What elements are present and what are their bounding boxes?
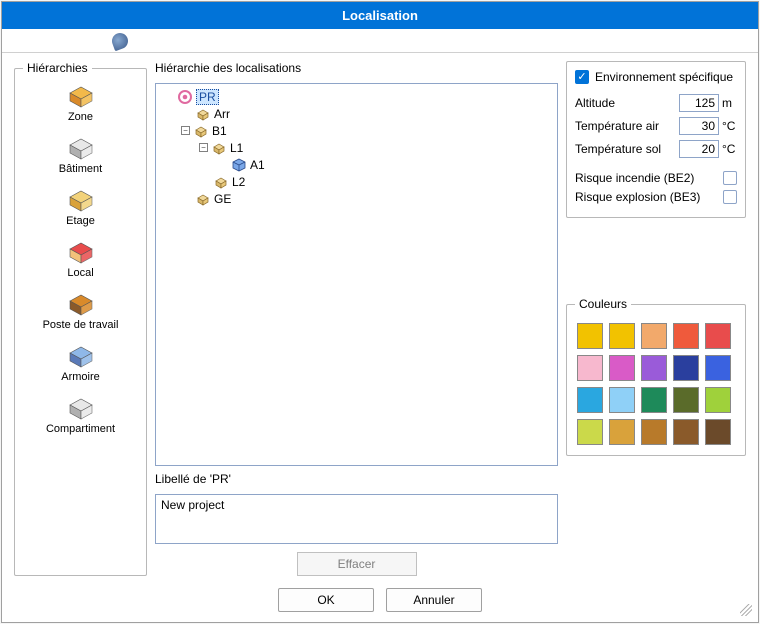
tree-node-icon (177, 89, 193, 105)
zone-icon (64, 81, 98, 109)
hierarchy-label: Compartiment (46, 423, 115, 435)
color-swatch[interactable] (577, 355, 603, 381)
color-swatch[interactable] (577, 323, 603, 349)
tree-node[interactable]: GE (160, 190, 553, 207)
poste-icon (64, 289, 98, 317)
hierarchy-label: Etage (66, 215, 95, 227)
env-input-0[interactable] (679, 94, 719, 112)
hierarchy-label: Bâtiment (59, 163, 102, 175)
color-swatch[interactable] (705, 323, 731, 349)
tree-node[interactable]: A1 (160, 156, 553, 173)
ok-button[interactable]: OK (278, 588, 374, 612)
risk-checkbox-1[interactable] (723, 190, 737, 204)
color-swatch[interactable] (641, 419, 667, 445)
env-label: Température sol (575, 142, 661, 156)
tree-node[interactable]: Arr (160, 105, 553, 122)
color-swatch[interactable] (609, 323, 635, 349)
env-input-1[interactable] (679, 117, 719, 135)
env-unit: °C (719, 119, 737, 133)
tree-node-icon (213, 174, 229, 190)
env-input-2[interactable] (679, 140, 719, 158)
hierarchy-label: Zone (68, 111, 93, 123)
tree-node[interactable]: PR (160, 88, 553, 105)
armoire-icon (64, 341, 98, 369)
color-swatch[interactable] (641, 387, 667, 413)
tree-node[interactable]: − B1 (160, 122, 553, 139)
tree-node-label: Arr (214, 107, 230, 121)
tree-node-label: L1 (230, 141, 243, 155)
libelle-input[interactable]: New project (155, 494, 558, 544)
color-swatch[interactable] (673, 387, 699, 413)
colors-group: Couleurs (566, 297, 746, 456)
resize-grip[interactable] (740, 604, 752, 616)
hierarchies-palette: Hiérarchies Zone Bâtiment Etage Local Po… (14, 61, 147, 576)
hierarchies-legend: Hiérarchies (23, 61, 92, 75)
tree-toggle-icon[interactable]: − (181, 126, 190, 135)
libelle-legend: Libellé de 'PR' (155, 472, 558, 486)
risk-label: Risque explosion (BE3) (575, 190, 700, 204)
risk-checkbox-0[interactable] (723, 171, 737, 185)
colors-legend: Couleurs (575, 297, 631, 311)
color-swatch[interactable] (641, 323, 667, 349)
tree-node[interactable]: − L1 (160, 139, 553, 156)
hierarchy-label: Poste de travail (43, 319, 119, 331)
hierarchy-compartiment[interactable]: Compartiment (23, 391, 138, 441)
risk-label: Risque incendie (BE2) (575, 171, 694, 185)
tree-node-icon (195, 191, 211, 207)
tree-node-label: PR (196, 89, 219, 105)
env-unit: m (719, 96, 737, 110)
color-swatch[interactable] (577, 419, 603, 445)
environment-group: ✓ Environnement spécifique Altitude m Te… (566, 61, 746, 218)
cancel-button[interactable]: Annuler (386, 588, 482, 612)
tree-node-label: GE (214, 192, 231, 206)
toolbar (2, 29, 758, 53)
env-unit: °C (719, 142, 737, 156)
tree-toggle-icon[interactable]: − (199, 143, 208, 152)
color-swatch[interactable] (673, 323, 699, 349)
batiment-icon (64, 133, 98, 161)
tree-node-icon (195, 106, 211, 122)
color-swatch[interactable] (705, 387, 731, 413)
color-swatch[interactable] (609, 355, 635, 381)
color-swatch[interactable] (609, 387, 635, 413)
color-swatch[interactable] (577, 387, 603, 413)
hierarchy-label: Local (67, 267, 93, 279)
environment-checkbox[interactable]: ✓ (575, 70, 589, 84)
env-label: Altitude (575, 96, 615, 110)
hierarchy-armoire[interactable]: Armoire (23, 339, 138, 389)
hierarchy-etage[interactable]: Etage (23, 183, 138, 233)
env-label: Température air (575, 119, 659, 133)
color-swatch[interactable] (673, 419, 699, 445)
hierarchy-batiment[interactable]: Bâtiment (23, 131, 138, 181)
tree-node-label: B1 (212, 124, 227, 138)
local-icon (64, 237, 98, 265)
app-icon (110, 30, 131, 51)
color-swatch[interactable] (673, 355, 699, 381)
environment-legend: Environnement spécifique (595, 70, 733, 84)
window-title: Localisation (2, 2, 758, 29)
tree-node-icon (231, 157, 247, 173)
tree-node-icon (211, 140, 227, 156)
color-swatch[interactable] (705, 355, 731, 381)
compartiment-icon (64, 393, 98, 421)
hierarchy-poste[interactable]: Poste de travail (23, 287, 138, 337)
tree-node-label: A1 (250, 158, 265, 172)
etage-icon (64, 185, 98, 213)
hierarchy-zone[interactable]: Zone (23, 79, 138, 129)
color-swatch[interactable] (609, 419, 635, 445)
effacer-button[interactable]: Effacer (297, 552, 417, 576)
hierarchy-local[interactable]: Local (23, 235, 138, 285)
color-swatch[interactable] (641, 355, 667, 381)
tree-node[interactable]: L2 (160, 173, 553, 190)
hierarchy-label: Armoire (61, 371, 100, 383)
localisation-tree[interactable]: PRArr−B1−L1A1L2GE (155, 83, 558, 466)
tree-legend: Hiérarchie des localisations (155, 61, 558, 75)
color-swatch[interactable] (705, 419, 731, 445)
tree-node-icon (193, 123, 209, 139)
tree-node-label: L2 (232, 175, 245, 189)
